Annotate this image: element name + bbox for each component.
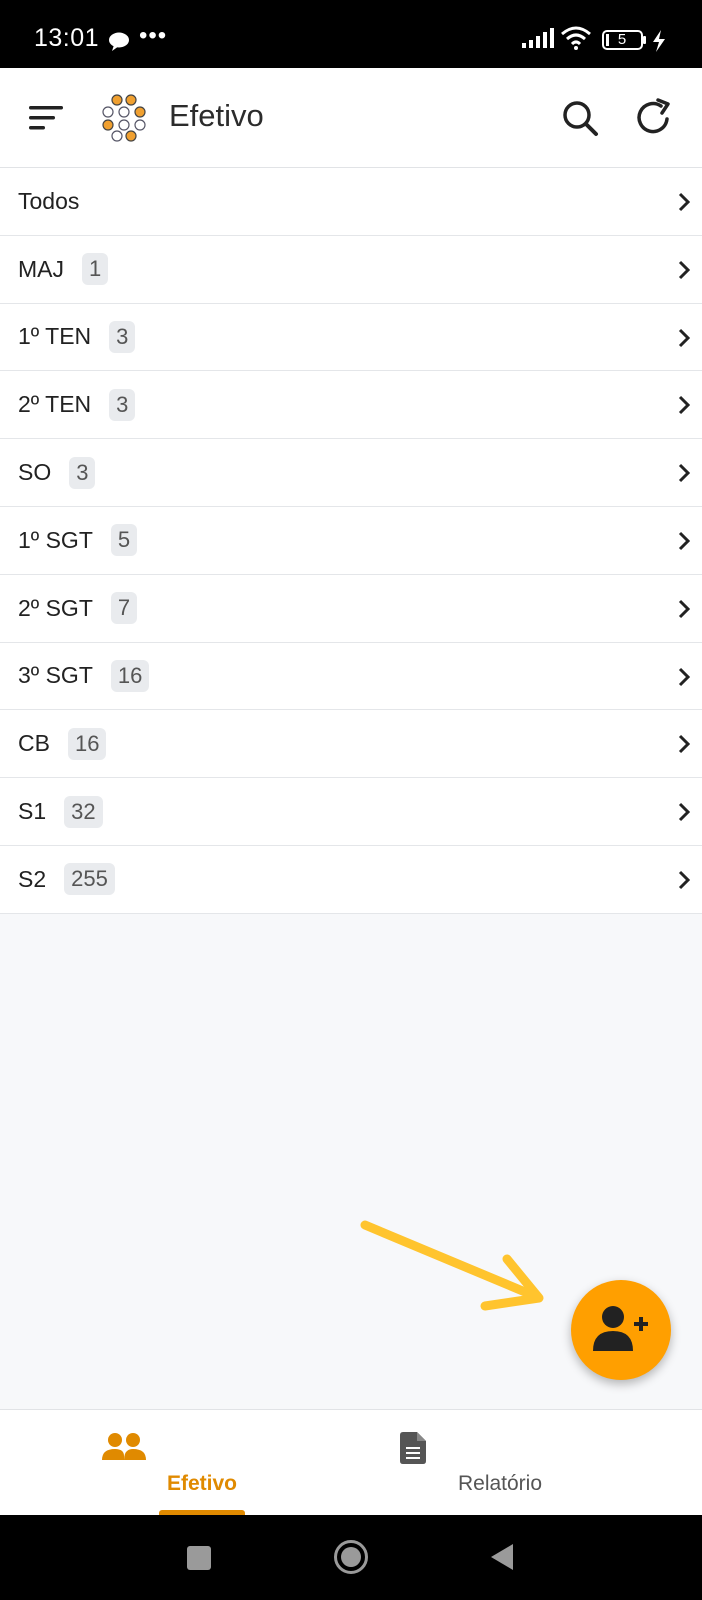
list-item-label: S1 [18, 798, 47, 825]
bottom-nav: Efetivo Relatório [0, 1409, 702, 1516]
list-item-cb[interactable]: CB 16 [0, 710, 702, 779]
users-icon [102, 1433, 146, 1460]
chevron-right-icon [678, 599, 690, 618]
list-item-label: MAJ [18, 255, 64, 282]
list-item-label: 2º SGT [18, 594, 93, 621]
count-badge: 32 [64, 795, 103, 828]
tab-efetivo-label: Efetivo [166, 1472, 237, 1495]
count-badge: 3 [109, 388, 136, 421]
tab-efetivo[interactable]: Efetivo [102, 1410, 302, 1516]
list-item-s2[interactable]: S2 255 [0, 846, 702, 914]
count-badge: 3 [109, 320, 136, 353]
more-notifications-icon: ••• [139, 22, 168, 49]
chevron-right-icon [678, 667, 690, 686]
count-badge: 7 [110, 592, 138, 625]
add-user-button[interactable] [571, 1280, 671, 1380]
search-icon[interactable] [560, 98, 600, 138]
back-icon[interactable] [489, 1542, 515, 1572]
count-badge: 16 [110, 659, 150, 692]
document-icon [400, 1432, 426, 1464]
list-item-1-sgt[interactable]: 1º SGT 5 [0, 507, 702, 575]
tab-relatorio[interactable]: Relatório [400, 1410, 600, 1516]
list-item-label: 1º SGT [18, 526, 93, 553]
list-item-s1[interactable]: S1 32 [0, 778, 702, 846]
list-item-2-ten[interactable]: 2º TEN 3 [0, 371, 702, 440]
list-item-label: 2º TEN [18, 391, 92, 418]
list-item-2-sgt[interactable]: 2º SGT 7 [0, 575, 702, 643]
chevron-right-icon [678, 396, 690, 415]
chevron-right-icon [678, 260, 690, 279]
chevron-right-icon [678, 735, 690, 754]
chevron-right-icon [678, 870, 690, 890]
sort-menu-icon[interactable] [26, 98, 66, 138]
count-badge: 16 [67, 727, 107, 760]
chevron-right-icon [678, 328, 690, 347]
tab-relatorio-label: Relatório [457, 1472, 543, 1495]
count-badge: 5 [110, 524, 138, 557]
list-item-3-sgt[interactable]: 3º SGT 16 [0, 643, 702, 711]
list-item-so[interactable]: SO 3 [0, 439, 702, 507]
list-item-label: S2 [18, 865, 47, 892]
status-time: 13:01 [34, 24, 100, 52]
list-item-label: Todos [18, 187, 80, 214]
circle-network-logo [102, 94, 146, 142]
refresh-icon[interactable] [634, 98, 674, 138]
annotation-arrow-icon [360, 1220, 544, 1311]
list-item-1-ten[interactable]: 1º TEN 3 [0, 304, 702, 372]
list-item-label: SO [18, 459, 52, 486]
chevron-right-icon [678, 192, 690, 212]
chat-notification-icon [109, 32, 129, 51]
list-item-label: 3º SGT [18, 662, 93, 689]
list-item-todos[interactable]: Todos [0, 168, 702, 236]
status-bar: 13:01 ••• 5 [0, 0, 702, 68]
chevron-right-icon [678, 464, 690, 483]
count-badge: 1 [82, 253, 109, 286]
app-bar: Efetivo [0, 68, 702, 168]
chevron-right-icon [678, 803, 690, 822]
rank-list: Todos MAJ 1 1º TEN 3 2º TEN 3 SO 3 1º SG… [0, 168, 702, 914]
battery-level: 5 [617, 31, 627, 48]
chevron-right-icon [678, 531, 690, 551]
recent-apps-icon[interactable] [186, 1545, 212, 1571]
list-item-maj[interactable]: MAJ 1 [0, 236, 702, 304]
add-user-icon [593, 1306, 648, 1351]
count-badge: 3 [69, 456, 96, 489]
signal-icon [522, 28, 554, 48]
home-icon[interactable] [333, 1539, 369, 1575]
list-item-label: 1º TEN [18, 323, 92, 350]
charging-icon [653, 30, 665, 52]
count-badge: 255 [64, 863, 115, 896]
page-title: Efetivo [169, 98, 264, 133]
system-nav-bar [0, 1515, 702, 1600]
list-item-label: CB [18, 730, 50, 757]
wifi-icon [561, 26, 591, 50]
